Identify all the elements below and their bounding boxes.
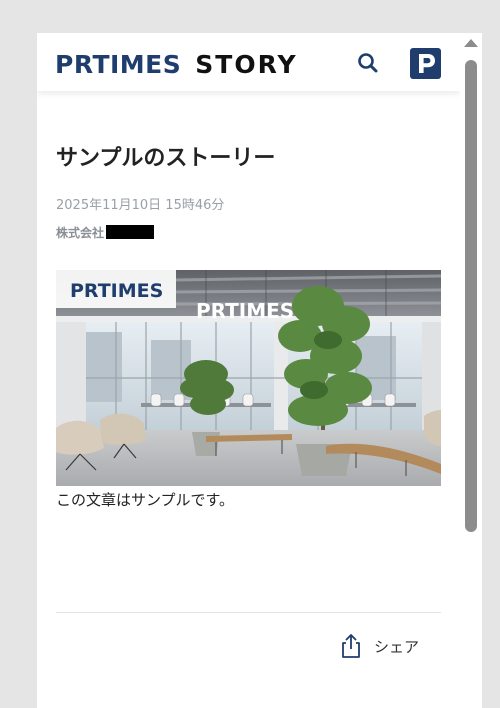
share-icon bbox=[342, 634, 360, 658]
site-header: PRTIMES STORY bbox=[37, 33, 460, 91]
scrollbar-thumb[interactable] bbox=[465, 60, 477, 532]
site-logo[interactable]: PRTIMES STORY bbox=[55, 49, 298, 79]
redacted-company-name bbox=[106, 225, 155, 239]
logo-prtimes-text: PRTIMES bbox=[55, 49, 182, 79]
prtimes-app-button[interactable] bbox=[410, 48, 441, 79]
article-title: サンプルのストーリー bbox=[56, 146, 276, 171]
hero-logo-overlay: PRTIMES bbox=[70, 280, 163, 302]
article-body: この文章はサンプルです。 bbox=[56, 491, 235, 509]
company-line[interactable]: 株式会社 bbox=[56, 224, 155, 240]
search-button[interactable] bbox=[355, 50, 381, 76]
hero-image: PRTIMES PRTIMES bbox=[56, 270, 441, 486]
share-label: シェア bbox=[374, 637, 420, 656]
company-name: 株式会社 bbox=[56, 225, 105, 240]
logo-story-text: STORY bbox=[195, 49, 298, 79]
browser-viewport: PRTIMES STORY サンプルのストーリー 2025年11月10日 15時… bbox=[37, 33, 460, 708]
vertical-scrollbar[interactable] bbox=[460, 33, 482, 708]
scroll-up-arrow-icon[interactable] bbox=[464, 39, 478, 47]
search-icon bbox=[358, 53, 378, 73]
hero-logo-wall: PRTIMES bbox=[196, 299, 294, 323]
share-button[interactable]: シェア bbox=[340, 632, 419, 660]
footer-divider bbox=[56, 612, 441, 613]
article-date: 2025年11月10日 15時46分 bbox=[56, 198, 225, 213]
prtimes-p-icon bbox=[410, 48, 441, 79]
